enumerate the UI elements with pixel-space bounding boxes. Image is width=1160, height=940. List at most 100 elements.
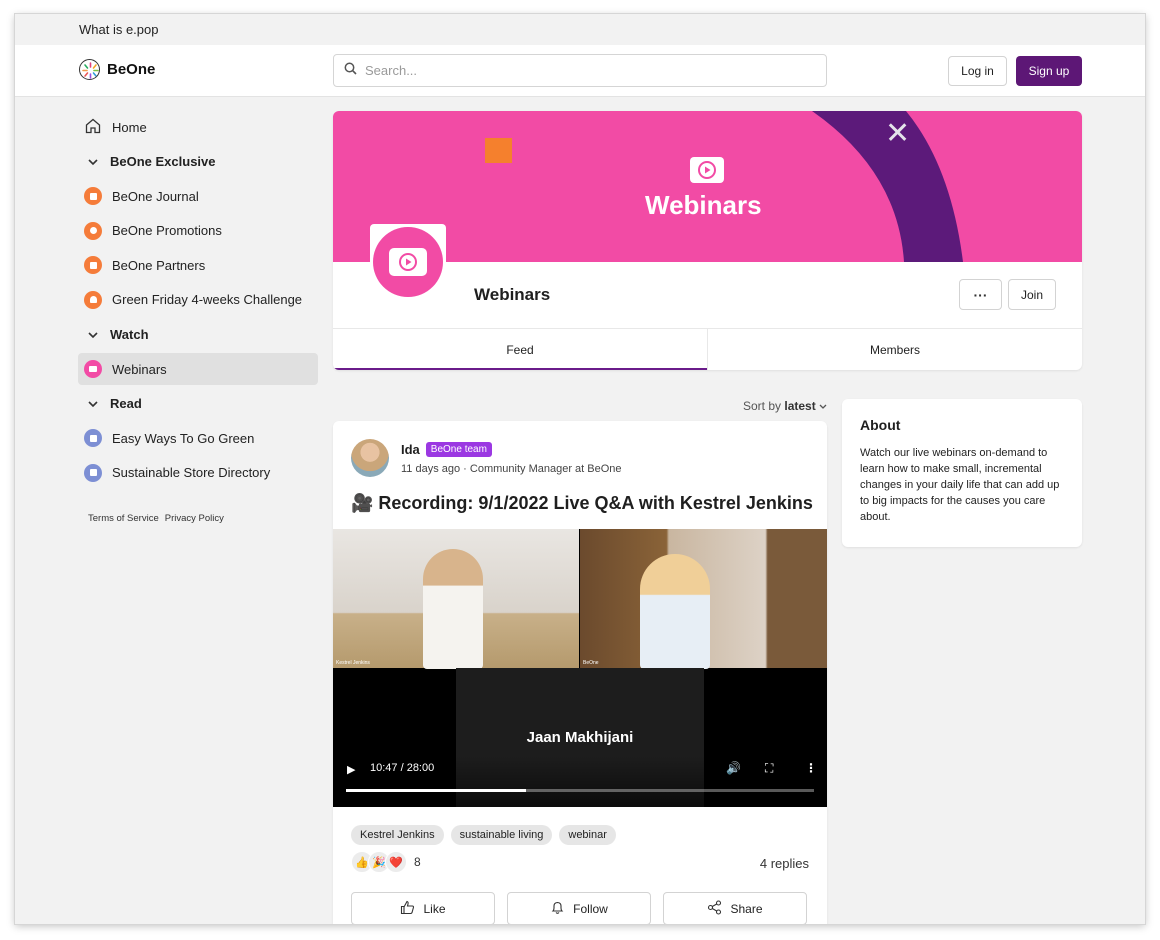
logo-text: BeOne xyxy=(107,61,156,78)
chevron-down-icon xyxy=(88,154,98,169)
sidebar-section-title: BeOne Exclusive xyxy=(110,154,216,170)
share-icon xyxy=(707,899,722,918)
speaker-name: Jaan Makhijani xyxy=(526,729,634,746)
main-content: ✕ Webinars Webinars ··· Join Feed Member… xyxy=(333,111,1082,924)
video-progress-bar[interactable] xyxy=(346,789,814,792)
chevron-down-icon xyxy=(88,327,98,342)
sidebar: Home BeOne Exclusive BeOne Journal BeOne… xyxy=(78,111,318,524)
sidebar-item-label: Easy Ways To Go Green xyxy=(112,430,255,446)
sidebar-section-read[interactable]: Read xyxy=(78,388,318,420)
sort-prefix: Sort by xyxy=(743,399,782,413)
share-label: Share xyxy=(730,901,763,916)
post-title[interactable]: 🎥 Recording: 9/1/2022 Live Q&A with Kest… xyxy=(351,493,813,514)
bell-icon xyxy=(550,900,565,918)
search-input[interactable] xyxy=(365,63,805,78)
fullscreen-icon[interactable]: ⛶ xyxy=(765,761,773,776)
thumbs-up-icon xyxy=(400,900,415,918)
sidebar-item-label: Home xyxy=(112,119,147,135)
tag-chip[interactable]: webinar xyxy=(559,825,616,845)
like-label: Like xyxy=(423,901,446,916)
like-button[interactable]: Like xyxy=(351,892,495,924)
terms-link[interactable]: Terms of Service xyxy=(88,513,159,524)
reactions[interactable]: 👍 🎉 ❤️ 8 xyxy=(351,851,421,873)
home-icon xyxy=(84,117,102,138)
post-tags: Kestrel Jenkins sustainable living webin… xyxy=(351,825,616,845)
sidebar-item-label: BeOne Promotions xyxy=(112,223,222,239)
tab-feed[interactable]: Feed xyxy=(333,329,707,370)
share-button[interactable]: Share xyxy=(663,892,807,924)
sidebar-item-home[interactable]: Home xyxy=(78,111,318,143)
tag-chip[interactable]: Kestrel Jenkins xyxy=(351,825,444,845)
play-icon[interactable]: ▶ xyxy=(347,763,355,776)
sidebar-section-beone-exclusive[interactable]: BeOne Exclusive xyxy=(78,146,318,178)
video-time: 10:47 / 28:00 xyxy=(370,762,435,774)
author-name[interactable]: Ida xyxy=(401,442,420,457)
heart-icon: ❤️ xyxy=(385,851,407,873)
sort-dropdown[interactable]: Sort by latest xyxy=(743,399,827,413)
sidebar-item-beone-journal[interactable]: BeOne Journal xyxy=(78,180,318,212)
author-avatar[interactable] xyxy=(351,439,389,477)
sidebar-item-webinars[interactable]: Webinars xyxy=(78,353,318,386)
video-progress-fill xyxy=(346,789,527,792)
what-is-epop-link[interactable]: What is e.pop xyxy=(79,22,159,37)
book-icon xyxy=(84,187,102,206)
site-header: BeOne Log in Sign up xyxy=(15,45,1145,97)
tab-members[interactable]: Members xyxy=(707,329,1082,370)
sidebar-section-title: Read xyxy=(110,396,142,412)
sidebar-item-label: Green Friday 4-weeks Challenge xyxy=(112,292,303,308)
post-card: Ida BeOne team 11 days ago · Community M… xyxy=(333,421,827,924)
sidebar-section-watch[interactable]: Watch xyxy=(78,319,318,351)
sidebar-item-store-directory[interactable]: Sustainable Store Directory xyxy=(78,457,318,489)
sidebar-item-label: BeOne Partners xyxy=(112,257,206,273)
post-author: Ida BeOne team xyxy=(401,442,492,457)
team-badge: BeOne team xyxy=(425,442,492,457)
follow-label: Follow xyxy=(573,901,608,916)
play-icon xyxy=(690,157,724,183)
login-button[interactable]: Log in xyxy=(948,56,1007,86)
privacy-link[interactable]: Privacy Policy xyxy=(165,513,224,524)
top-banner: What is e.pop xyxy=(15,14,1145,45)
volume-icon[interactable]: 🔊 xyxy=(726,761,741,775)
follow-button[interactable]: Follow xyxy=(507,892,651,924)
reaction-count: 8 xyxy=(414,855,421,869)
logo[interactable]: BeOne xyxy=(79,59,155,80)
more-vertical-icon[interactable]: ⋮ xyxy=(805,761,817,775)
play-icon xyxy=(84,360,102,379)
directory-icon xyxy=(84,463,102,482)
tag-chip[interactable]: sustainable living xyxy=(450,825,553,845)
sidebar-item-easy-ways[interactable]: Easy Ways To Go Green xyxy=(78,422,318,454)
more-options-button[interactable]: ··· xyxy=(959,279,1002,310)
play-icon xyxy=(389,248,427,276)
close-icon: ✕ xyxy=(885,117,911,150)
about-title: About xyxy=(860,417,901,433)
search-box[interactable] xyxy=(333,54,827,87)
sidebar-item-beone-partners[interactable]: BeOne Partners xyxy=(78,249,318,281)
sidebar-item-beone-promotions[interactable]: BeOne Promotions xyxy=(78,215,318,247)
about-text: Watch our live webinars on-demand to lea… xyxy=(860,447,1060,523)
video-controls: ▶ 10:47 / 28:00 🔊 ⛶ ⋮ xyxy=(333,756,827,807)
chevron-down-icon xyxy=(88,396,98,411)
post-meta: 11 days ago · Community Manager at BeOne xyxy=(401,463,622,475)
sidebar-item-label: Sustainable Store Directory xyxy=(112,465,271,481)
search-icon xyxy=(344,62,357,80)
video-player[interactable]: Kestrel Jenkins BeOne Jaan Makhijani ▶ 1… xyxy=(333,529,827,807)
book-icon xyxy=(84,429,102,448)
banner-arc xyxy=(812,111,963,262)
group-name: Webinars xyxy=(474,285,551,304)
post-actions: Like Follow Share xyxy=(351,892,807,924)
replies-count[interactable]: 4 replies xyxy=(760,856,809,871)
banner-title: Webinars xyxy=(645,190,762,220)
video-participant-left: Kestrel Jenkins xyxy=(333,529,579,669)
signup-button[interactable]: Sign up xyxy=(1016,56,1082,86)
group-card: ✕ Webinars Webinars ··· Join Feed Member… xyxy=(333,111,1082,370)
sidebar-item-green-friday[interactable]: Green Friday 4-weeks Challenge xyxy=(78,284,318,316)
join-button[interactable]: Join xyxy=(1008,279,1056,310)
about-card: About Watch our live webinars on-demand … xyxy=(842,399,1082,547)
logo-icon xyxy=(79,59,100,80)
group-info: Webinars ··· Join xyxy=(333,224,1082,328)
video-participant-right: BeOne xyxy=(580,529,827,669)
participant-label: Kestrel Jenkins xyxy=(336,660,370,666)
sidebar-item-label: Webinars xyxy=(112,361,167,377)
chevron-down-icon xyxy=(819,399,827,413)
legal-links: Terms of Service Privacy Policy xyxy=(78,513,318,524)
